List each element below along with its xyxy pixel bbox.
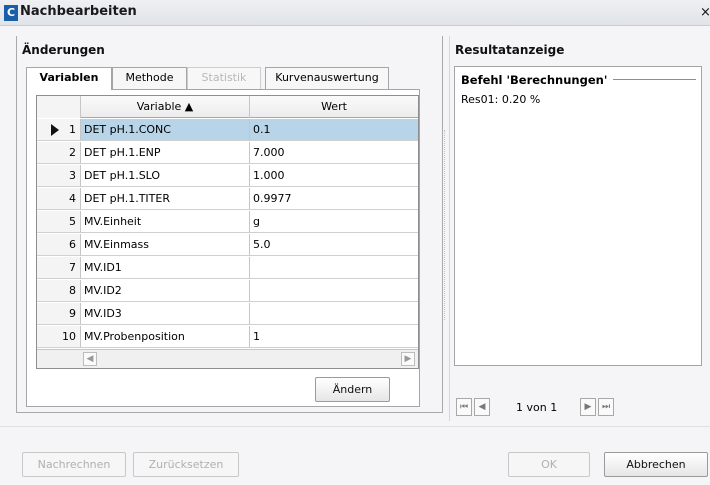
row-index: 2 [37,142,81,164]
recalculate-button[interactable]: Nachrechnen [22,452,126,477]
row-index: 8 [37,280,81,302]
variable-column-header[interactable]: Variable ▲ [81,96,250,118]
row-number-header [37,96,81,118]
changes-title: Änderungen [22,43,105,57]
title-bar[interactable]: C Nachbearbeiten × [0,0,710,26]
variable-cell[interactable]: MV.ID2 [81,280,250,302]
variable-cell[interactable]: MV.Probenposition [81,326,250,348]
group-divider [610,79,696,80]
row-index: 3 [37,165,81,187]
previous-page-icon[interactable]: ◀ [474,398,490,416]
value-cell[interactable]: 1 [250,326,418,348]
row-index: 9 [37,303,81,325]
row-index: 5 [37,211,81,233]
variables-table: Variable ▲ Wert 1 DET pH.1.CONC 0.1 2 DE… [36,95,419,369]
scroll-right-icon[interactable]: ▶ [401,352,415,366]
tab-kurvenauswertung[interactable]: Kurvenauswertung [265,67,389,89]
dialog-window: C Nachbearbeiten × Änderungen Variablen … [0,0,710,485]
value-cell[interactable] [250,257,418,279]
variable-cell[interactable]: MV.Einheit [81,211,250,233]
scroll-left-icon[interactable]: ◀ [83,352,97,366]
current-row-arrow-icon [51,124,59,136]
variable-cell[interactable]: MV.Einmass [81,234,250,256]
footer-divider [0,426,710,427]
variable-cell[interactable]: DET pH.1.SLO [81,165,250,187]
change-button[interactable]: Ändern [315,377,390,402]
ok-button[interactable]: OK [508,452,590,477]
value-cell[interactable]: g [250,211,418,233]
row-index: 4 [37,188,81,210]
reset-button[interactable]: Zurücksetzen [133,452,239,477]
row-index: 1 [37,119,81,141]
tab-statistik: Statistik [187,67,261,89]
horizontal-scrollbar[interactable]: ◀ ▶ [37,349,418,368]
variable-cell[interactable]: MV.ID3 [81,303,250,325]
value-cell[interactable]: 0.1 [250,119,418,141]
variable-cell[interactable]: DET pH.1.TITER [81,188,250,210]
page-indicator: 1 von 1 [516,401,558,414]
row-index: 7 [37,257,81,279]
variable-cell[interactable]: MV.ID1 [81,257,250,279]
cancel-button[interactable]: Abbrechen [604,452,708,477]
row-index: 6 [37,234,81,256]
value-cell[interactable] [250,280,418,302]
tab-methode[interactable]: Methode [112,67,187,89]
table-header: Variable ▲ Wert [37,96,418,118]
panel-splitter[interactable] [444,130,446,320]
close-button[interactable]: × [700,5,710,21]
window-title: Nachbearbeiten [20,4,137,19]
value-column-header[interactable]: Wert [250,96,418,118]
results-box: Befehl 'Berechnungen' Res01: 0.20 % [454,66,702,366]
results-title: Resultatanzeige [455,43,565,57]
variable-cell[interactable]: DET pH.1.ENP [81,142,250,164]
app-logo-icon: C [4,5,18,21]
value-cell[interactable]: 7.000 [250,142,418,164]
last-page-icon[interactable]: ⏭ [598,398,614,416]
variable-cell[interactable]: DET pH.1.CONC [81,119,250,141]
command-heading: Befehl 'Berechnungen' [461,73,614,87]
next-page-icon[interactable]: ▶ [580,398,596,416]
row-index: 10 [37,326,81,348]
first-page-icon[interactable]: ⏮ [456,398,472,416]
value-cell[interactable] [250,303,418,325]
result-value: Res01: 0.20 % [461,93,541,106]
value-cell[interactable]: 0.9977 [250,188,418,210]
value-cell[interactable]: 5.0 [250,234,418,256]
tab-variablen[interactable]: Variablen [26,67,112,90]
value-cell[interactable]: 1.000 [250,165,418,187]
